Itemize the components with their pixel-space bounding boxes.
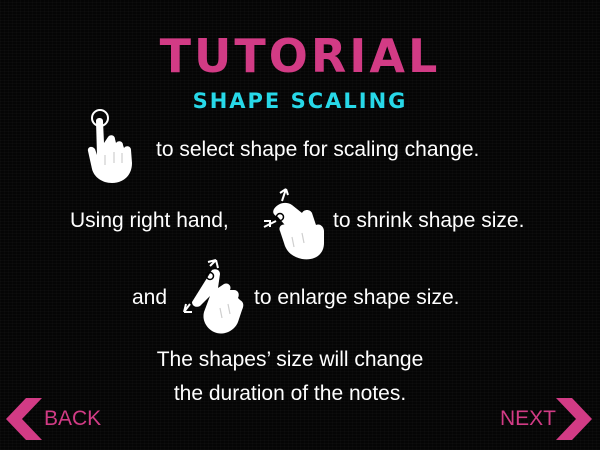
spread-prefix-text: and: [132, 286, 168, 309]
pinch-instruction-text: to shrink shape size.: [333, 209, 525, 232]
note-line-1: The shapes’ size will change: [156, 348, 424, 371]
back-label: BACK: [44, 407, 102, 430]
pinch-in-gesture-icon: [263, 188, 324, 260]
pinch-out-gesture-icon: [183, 259, 244, 334]
next-label: NEXT: [500, 407, 557, 430]
tutorial-screen: TUTORIAL SHAPE SCALING to select shape f…: [0, 0, 600, 450]
page-title: TUTORIAL: [159, 29, 441, 83]
next-button[interactable]: NEXT: [494, 398, 594, 440]
tap-instruction-text: to select shape for scaling change.: [156, 138, 480, 161]
tap-gesture-icon: [87, 109, 132, 183]
back-chevron-icon: [6, 398, 42, 440]
spread-instruction-text: to enlarge shape size.: [254, 286, 460, 309]
next-chevron-icon: [556, 398, 592, 440]
pinch-prefix-text: Using right hand,: [70, 209, 229, 232]
back-button[interactable]: BACK: [6, 398, 106, 440]
